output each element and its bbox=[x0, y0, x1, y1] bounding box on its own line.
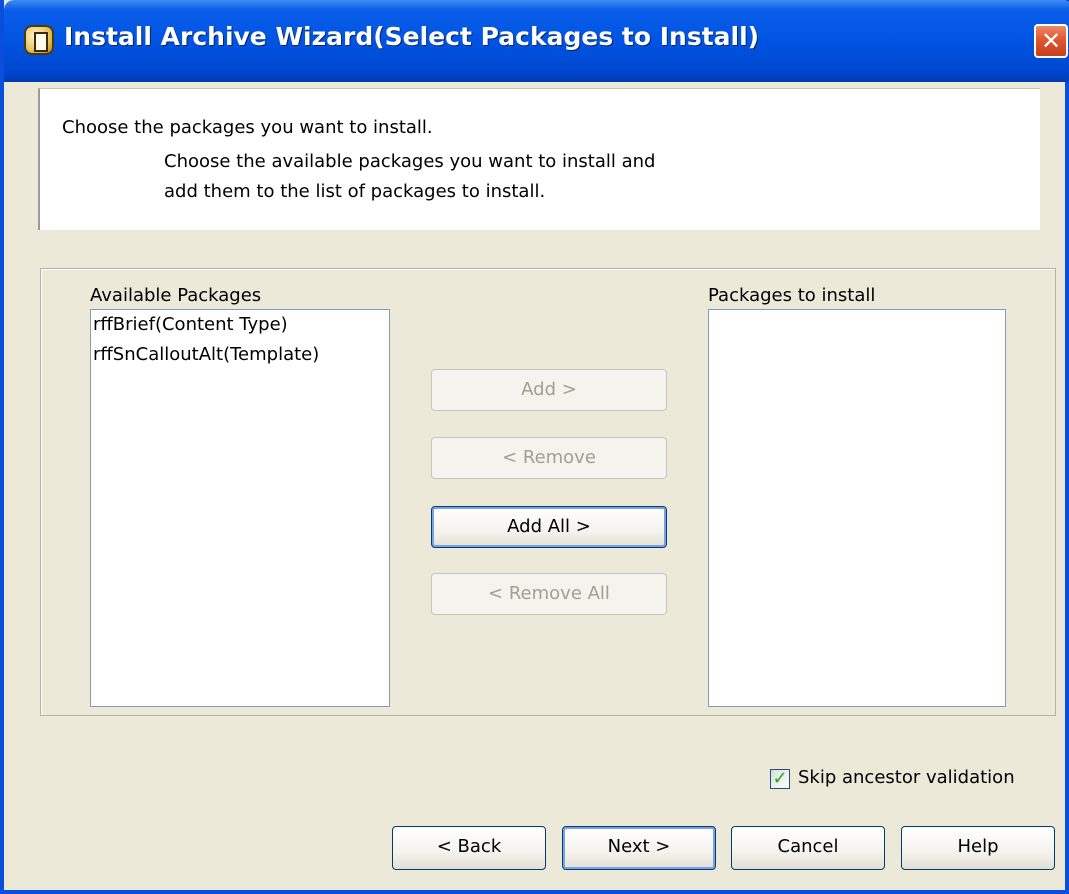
window-title: Install Archive Wizard(Select Packages t… bbox=[64, 22, 760, 51]
header-description-line: add them to the list of packages to inst… bbox=[164, 181, 546, 202]
add-button[interactable]: Add > bbox=[431, 369, 667, 411]
available-packages-list[interactable]: rffBrief(Content Type) rffSnCalloutAlt(T… bbox=[90, 309, 390, 707]
close-button[interactable]: ✕ bbox=[1034, 24, 1068, 58]
remove-all-button[interactable]: < Remove All bbox=[431, 573, 667, 615]
back-button[interactable]: < Back bbox=[392, 826, 546, 870]
wizard-window: Install Archive Wizard(Select Packages t… bbox=[0, 0, 1069, 894]
remove-button[interactable]: < Remove bbox=[431, 437, 667, 479]
wizard-header: Choose the packages you want to install.… bbox=[38, 88, 1040, 230]
packages-to-install-list[interactable] bbox=[708, 309, 1006, 707]
close-icon: ✕ bbox=[1040, 27, 1062, 55]
add-all-button[interactable]: Add All > bbox=[431, 506, 667, 548]
skip-validation-checkbox[interactable]: ✓ bbox=[770, 769, 790, 789]
list-item[interactable]: rffSnCalloutAlt(Template) bbox=[91, 340, 389, 370]
header-title: Choose the packages you want to install. bbox=[62, 117, 433, 138]
cancel-button[interactable]: Cancel bbox=[731, 826, 885, 870]
help-button[interactable]: Help bbox=[901, 826, 1055, 870]
skip-validation-label[interactable]: Skip ancestor validation bbox=[798, 767, 1015, 788]
next-button[interactable]: Next > bbox=[562, 826, 716, 870]
header-description: Choose the available packages you want t… bbox=[164, 147, 864, 207]
archive-icon bbox=[24, 25, 54, 55]
available-packages-label: Available Packages bbox=[90, 285, 262, 306]
list-item[interactable]: rffBrief(Content Type) bbox=[91, 310, 389, 340]
title-bar[interactable]: Install Archive Wizard(Select Packages t… bbox=[4, 0, 1069, 82]
header-description-line: Choose the available packages you want t… bbox=[164, 151, 656, 172]
packages-to-install-label: Packages to install bbox=[708, 285, 876, 306]
checkmark-icon: ✓ bbox=[772, 768, 788, 789]
